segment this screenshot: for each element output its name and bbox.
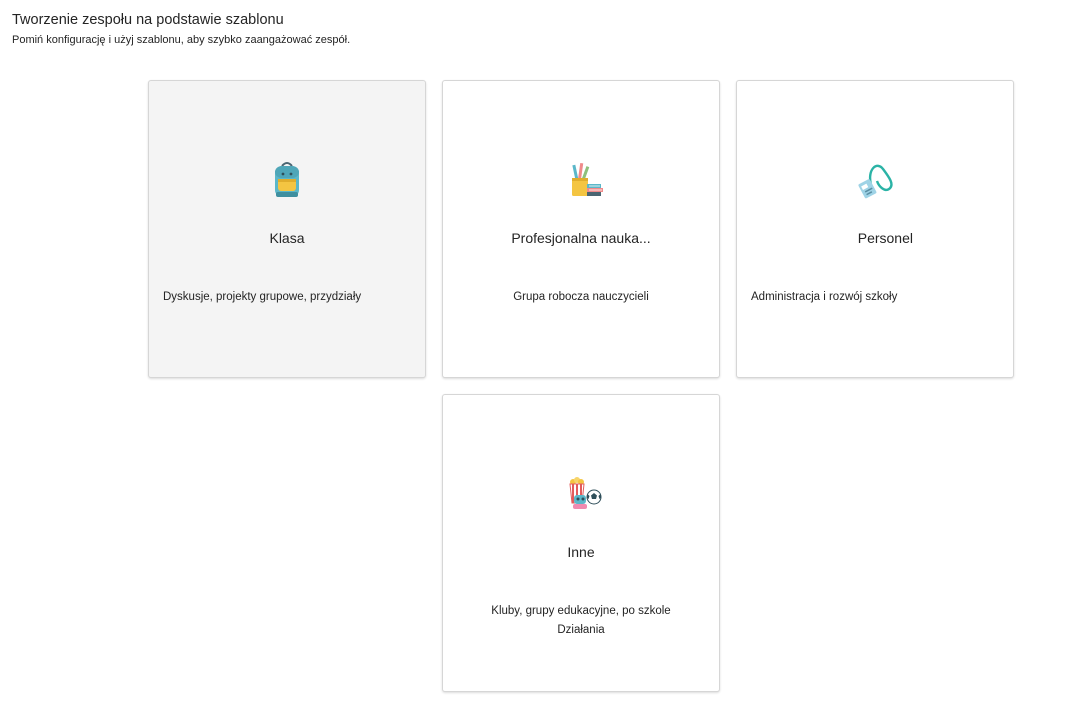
card-title: Inne (567, 544, 595, 560)
card-description-line: Kluby, grupy edukacyjne, po szkole (491, 605, 671, 617)
card-description: Dyskusje, projekty grupowe, przydziały (163, 291, 362, 303)
card-description: Administracja i rozwój szkoły (751, 291, 898, 303)
template-card-other[interactable]: Inne Kluby, grupy edukacyjne, po szkole … (442, 394, 720, 692)
popcorn-ball-icon (555, 473, 607, 517)
card-title: Klasa (269, 230, 305, 246)
card-title: Profesjonalna nauka... (511, 230, 651, 246)
page-header: Tworzenie zespołu na podstawie szablonu … (12, 11, 350, 47)
card-title: Personel (857, 230, 913, 246)
template-card-professional-learning[interactable]: Profesjonalna nauka... Grupa robocza nau… (442, 80, 720, 378)
template-card-staff[interactable]: Personel Administracja i rozwój szkoły (736, 80, 1014, 378)
card-description: Kluby, grupy edukacyjne, po szkole Dział… (457, 602, 705, 640)
template-card-class[interactable]: Klasa Dyskusje, projekty grupowe, przydz… (148, 80, 426, 378)
card-description: Grupa robocza nauczycieli (513, 291, 649, 303)
backpack-icon (261, 159, 313, 203)
lanyard-badge-icon (849, 159, 901, 203)
books-pencils-icon (555, 159, 607, 203)
page-subtitle: Pomiń konfigurację i użyj szablonu, aby … (12, 34, 351, 46)
page-title: Tworzenie zespołu na podstawie szablonu (12, 12, 284, 28)
card-description-line: Działania (557, 624, 605, 636)
